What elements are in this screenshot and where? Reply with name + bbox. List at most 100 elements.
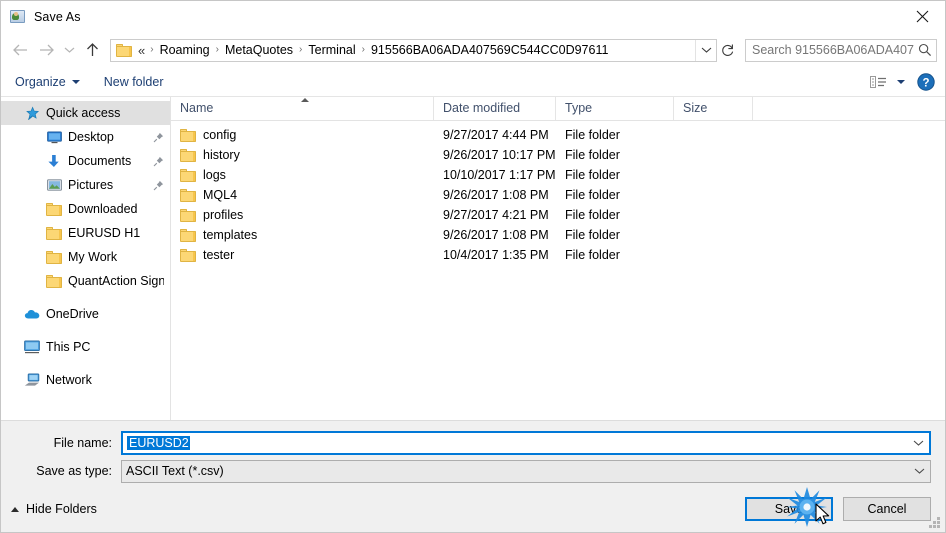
organize-button[interactable]: Organize	[15, 75, 80, 89]
help-button[interactable]: ?	[917, 73, 935, 91]
breadcrumb-overflow[interactable]: «	[136, 43, 146, 58]
sidebar-item-downloaded[interactable]: Downloaded	[1, 197, 170, 221]
back-button[interactable]	[7, 37, 33, 63]
recent-locations-button[interactable]	[59, 37, 79, 63]
table-row[interactable]: tester 10/4/2017 1:35 PM File folder	[171, 245, 945, 265]
cell-type: File folder	[565, 208, 620, 222]
window-title: Save As	[34, 9, 81, 24]
cell-date-modified: 9/26/2017 10:17 PM	[443, 148, 556, 162]
column-header-name[interactable]: Name	[171, 97, 434, 120]
file-name-label: File name:	[53, 436, 112, 450]
save-as-dialog: Save As « › Roaming › MetaQuotes › Termi…	[0, 0, 946, 533]
table-row[interactable]: config 9/27/2017 4:44 PM File folder	[171, 125, 945, 145]
column-header-size[interactable]: Size	[674, 97, 753, 120]
sidebar-item-label: OneDrive	[46, 307, 99, 321]
new-folder-button[interactable]: New folder	[104, 75, 164, 89]
sidebar-item-label: Pictures	[68, 178, 114, 192]
breadcrumb-item-current[interactable]: 915566BA06ADA407569C544CC0D97611	[369, 43, 610, 57]
network-icon	[23, 371, 41, 389]
table-row[interactable]: profiles 9/27/2017 4:21 PM File folder	[171, 205, 945, 225]
resize-grip-icon[interactable]	[929, 517, 941, 529]
folder-icon	[180, 248, 196, 262]
navigation-bar: « › Roaming › MetaQuotes › Terminal › 91…	[1, 32, 945, 68]
sidebar-item-desktop[interactable]: Desktop	[1, 125, 170, 149]
file-name-dropdown-button[interactable]	[907, 433, 929, 453]
cell-name: logs	[171, 165, 434, 185]
dialog-footer: Hide Folders Save Cancel	[1, 486, 945, 532]
file-name-input[interactable]: EURUSD2	[121, 431, 931, 455]
address-dropdown-button[interactable]	[695, 39, 716, 61]
folder-icon	[180, 228, 196, 242]
table-row[interactable]: logs 10/10/2017 1:17 PM File folder	[171, 165, 945, 185]
svg-text:?: ?	[922, 77, 929, 89]
file-name-label: profiles	[203, 208, 244, 222]
cell-date-modified: 9/26/2017 1:08 PM	[443, 188, 549, 202]
sidebar-item-eurusd-h1[interactable]: EURUSD H1	[1, 221, 170, 245]
table-row[interactable]: history 9/26/2017 10:17 PM File folder	[171, 145, 945, 165]
breadcrumb-item-roaming[interactable]: Roaming	[158, 43, 212, 57]
folder-icon	[116, 43, 132, 57]
navigation-pane: Quick access Desktop Documents Pictures …	[1, 97, 171, 420]
folder-icon	[180, 168, 196, 182]
file-name-label: logs	[203, 168, 226, 182]
column-headers: Name Date modified Type Size	[171, 97, 945, 121]
column-header-date-modified[interactable]: Date modified	[434, 97, 556, 120]
search-button[interactable]	[914, 43, 936, 57]
column-header-type[interactable]: Type	[556, 97, 674, 120]
file-name-value-wrap: EURUSD2	[123, 436, 907, 450]
sidebar-item-this-pc[interactable]: This PC	[1, 335, 170, 359]
change-view-button[interactable]	[870, 75, 905, 90]
pin-icon[interactable]	[153, 132, 164, 143]
table-row[interactable]: templates 9/26/2017 1:08 PM File folder	[171, 225, 945, 245]
cell-size	[674, 205, 753, 225]
cell-name: MQL4	[171, 185, 434, 205]
search-placeholder: Search 915566BA06ADA40756...	[752, 43, 914, 57]
sidebar-item-documents[interactable]: Documents	[1, 149, 170, 173]
refresh-button[interactable]	[717, 40, 739, 61]
sidebar-item-pictures[interactable]: Pictures	[1, 173, 170, 197]
cell-type: File folder	[565, 248, 620, 262]
hide-folders-button[interactable]: Hide Folders	[11, 502, 97, 516]
file-list: Name Date modified Type Size config 9/27…	[171, 97, 945, 420]
file-name-label: templates	[203, 228, 258, 242]
sidebar-item-quick-access[interactable]: Quick access	[1, 101, 170, 125]
breadcrumb-separator: ›	[299, 44, 303, 55]
cell-type: File folder	[565, 168, 620, 182]
search-input[interactable]: Search 915566BA06ADA40756...	[745, 38, 937, 62]
breadcrumb-separator: ›	[150, 44, 154, 55]
column-header-label: Size	[683, 101, 708, 115]
table-row[interactable]: MQL4 9/26/2017 1:08 PM File folder	[171, 185, 945, 205]
cell-date-modified: 9/26/2017 1:08 PM	[443, 228, 549, 242]
cell-date-modified: 9/27/2017 4:21 PM	[443, 208, 549, 222]
breadcrumb-separator: ›	[215, 44, 219, 55]
close-button[interactable]	[899, 1, 945, 32]
pin-icon[interactable]	[153, 180, 164, 191]
breadcrumb-item-metaquotes[interactable]: MetaQuotes	[223, 43, 295, 57]
cell-date-modified: 10/10/2017 1:17 PM	[443, 168, 556, 182]
cell-size	[674, 145, 753, 165]
address-bar[interactable]: « › Roaming › MetaQuotes › Terminal › 91…	[110, 38, 717, 62]
cell-type: File folder	[565, 228, 620, 242]
sidebar-item-network[interactable]: Network	[1, 368, 170, 392]
folder-icon	[45, 248, 63, 266]
pin-icon[interactable]	[153, 156, 164, 167]
up-button[interactable]	[79, 37, 105, 63]
save-as-type-dropdown-button[interactable]	[908, 461, 930, 482]
sidebar-item-label: EURUSD H1	[68, 226, 141, 240]
cancel-button[interactable]: Cancel	[843, 497, 931, 521]
cell-name: profiles	[171, 205, 434, 225]
sidebar-item-onedrive[interactable]: OneDrive	[1, 302, 170, 326]
arrow-left-icon	[12, 44, 27, 56]
cell-date-modified: 9/27/2017 4:44 PM	[443, 128, 549, 142]
save-as-type-select[interactable]: ASCII Text (*.csv)	[121, 459, 931, 483]
forward-button[interactable]	[33, 37, 59, 63]
sidebar-item-my-work[interactable]: My Work	[1, 245, 170, 269]
sidebar-item-quantaction-signal[interactable]: QuantAction Signal	[1, 269, 170, 293]
folder-icon	[45, 200, 63, 218]
save-button[interactable]: Save	[745, 497, 833, 521]
breadcrumb-item-terminal[interactable]: Terminal	[306, 43, 357, 57]
chevron-down-icon	[71, 80, 80, 84]
folder-icon	[45, 272, 63, 290]
